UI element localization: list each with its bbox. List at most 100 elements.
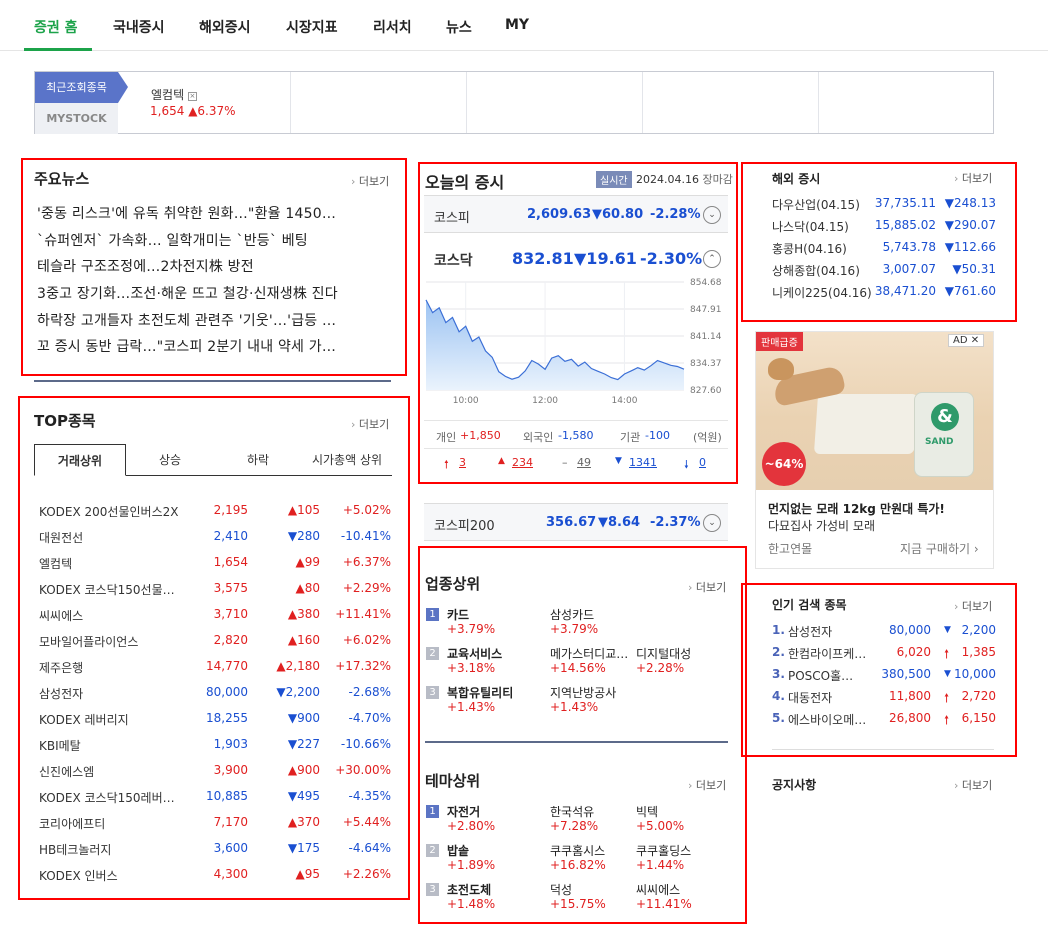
nav-indicators[interactable]: 시장지표 bbox=[286, 17, 338, 37]
table-row[interactable]: 신진에스엠 3,900 ▲900 +30.00% bbox=[39, 763, 391, 789]
ad-title[interactable]: 먼지없는 모래 12kg 만원대 특가! bbox=[768, 500, 945, 517]
nav-research[interactable]: 리서치 bbox=[373, 17, 412, 37]
table-row[interactable]: 씨씨에스 3,710 ▲380 +11.41% bbox=[39, 607, 391, 633]
stock-name[interactable]: 모바일어플라이언스 bbox=[39, 633, 179, 650]
stock-name[interactable]: 신진에스엠 bbox=[39, 763, 179, 780]
table-row[interactable]: KBI메탈 1,903 ▼227 -10.66% bbox=[39, 737, 391, 763]
popular-row[interactable]: 4. 대동전자 11,800 🠕 2,720 bbox=[772, 689, 996, 709]
ad-image[interactable]: & SAND 판매급증 AD ✕ ~64% bbox=[756, 332, 993, 490]
stock-name[interactable]: 씨씨에스 bbox=[39, 607, 179, 624]
overseas-index-name[interactable]: 다우산업(04.15) bbox=[772, 196, 860, 213]
news-item[interactable]: 꼬 증시 동반 급락…"코스피 2분기 내내 약세 가… bbox=[37, 336, 382, 356]
chevron-down-icon[interactable]: ⌄ bbox=[703, 206, 721, 224]
popular-stock-name[interactable]: 삼성전자 bbox=[788, 623, 868, 640]
overseas-row[interactable]: 상해종합(04.16) 3,007.07 ▼50.31 bbox=[772, 262, 996, 282]
table-row[interactable]: KODEX 인버스 4,300 ▲95 +2.26% bbox=[39, 867, 391, 893]
ad-subtitle[interactable]: 다묘집사 가성비 모래 bbox=[768, 517, 875, 534]
close-icon[interactable]: × bbox=[187, 92, 197, 101]
nav-securities-home[interactable]: 증권 홈 bbox=[34, 17, 78, 37]
kosdaq-row[interactable]: 코스닥 832.81 ▼19.61 -2.30% ⌃ bbox=[424, 240, 728, 280]
sector-item-name[interactable]: 메가스터디교… bbox=[550, 645, 628, 662]
lower-limit-count[interactable]: 0 bbox=[699, 456, 706, 469]
notice-more-link[interactable]: 더보기 bbox=[954, 777, 992, 793]
theme-item-name[interactable]: 덕성 bbox=[550, 881, 572, 898]
ad-label[interactable]: AD ✕ bbox=[948, 334, 985, 347]
tab-market-cap[interactable]: 시가총액 상위 bbox=[302, 444, 392, 476]
theme-item-name[interactable]: 자전거 bbox=[447, 803, 480, 820]
news-more-link[interactable]: 더보기 bbox=[351, 173, 389, 189]
nav-my[interactable]: MY bbox=[505, 17, 529, 33]
stock-name[interactable]: KODEX 코스닥150레버… bbox=[39, 789, 179, 806]
popular-stock-name[interactable]: 대동전자 bbox=[788, 689, 868, 706]
tab-falling[interactable]: 하락 bbox=[214, 444, 302, 476]
sector-item-name[interactable]: 디지털대성 bbox=[636, 645, 691, 662]
up-count[interactable]: 234 bbox=[512, 456, 533, 469]
overseas-more-link[interactable]: 더보기 bbox=[954, 170, 992, 186]
popular-row[interactable]: 2. 한컴라이프케… 6,020 🠕 1,385 bbox=[772, 645, 996, 665]
popular-more-link[interactable]: 더보기 bbox=[954, 598, 992, 614]
theme-item-name[interactable]: 빅텍 bbox=[636, 803, 658, 820]
table-row[interactable]: KODEX 200선물인버스2X 2,195 ▲105 +5.02% bbox=[39, 503, 391, 529]
table-row[interactable]: 삼성전자 80,000 ▼2,200 -2.68% bbox=[39, 685, 391, 711]
sector-item-name[interactable]: 복합유틸리티 bbox=[447, 684, 513, 701]
stock-name[interactable]: KODEX 인버스 bbox=[39, 867, 179, 884]
sector-item-name[interactable]: 카드 bbox=[447, 606, 469, 623]
popular-stock-name[interactable]: 에스바이오메… bbox=[788, 711, 868, 728]
ad-brand[interactable]: 한고연몰 bbox=[768, 540, 812, 557]
tab-volume-top[interactable]: 거래상위 bbox=[34, 444, 126, 476]
stock-name[interactable]: KODEX 코스닥150선물… bbox=[39, 581, 179, 598]
stock-name[interactable]: HB테크놀러지 bbox=[39, 841, 179, 858]
sector-item-name[interactable]: 교육서비스 bbox=[447, 645, 502, 662]
table-row[interactable]: 대원전선 2,410 ▼280 -10.41% bbox=[39, 529, 391, 555]
tab-recent-stocks[interactable]: 최근조회종목 bbox=[35, 72, 128, 103]
stock-name[interactable]: KODEX 200선물인버스2X bbox=[39, 503, 179, 520]
popular-row[interactable]: 1. 삼성전자 80,000 ▼ 2,200 bbox=[772, 623, 996, 643]
overseas-row[interactable]: 홍콩H(04.16) 5,743.78 ▼112.66 bbox=[772, 240, 996, 260]
table-row[interactable]: KODEX 코스닥150레버… 10,885 ▼495 -4.35% bbox=[39, 789, 391, 815]
nav-domestic[interactable]: 국내증시 bbox=[113, 17, 165, 37]
news-item[interactable]: 3중고 장기화…조선·해운 뜨고 철강·신재생株 진다 bbox=[37, 283, 382, 303]
table-row[interactable]: 제주은행 14,770 ▲2,180 +17.32% bbox=[39, 659, 391, 685]
overseas-row[interactable]: 니케이225(04.16) 38,471.20 ▼761.60 bbox=[772, 284, 996, 304]
overseas-index-name[interactable]: 상해종합(04.16) bbox=[772, 262, 860, 279]
tab-rising[interactable]: 상승 bbox=[126, 444, 214, 476]
table-row[interactable]: 코리아에프티 7,170 ▲370 +5.44% bbox=[39, 815, 391, 841]
news-item[interactable]: 테슬라 구조조정에…2차전지株 방전 bbox=[37, 256, 382, 276]
sector-more-link[interactable]: 더보기 bbox=[688, 579, 726, 595]
stock-name[interactable]: 제주은행 bbox=[39, 659, 179, 676]
flat-count[interactable]: 49 bbox=[577, 456, 591, 469]
ad-cta[interactable]: 지금 구매하기 › bbox=[900, 540, 979, 557]
overseas-index-name[interactable]: 홍콩H(04.16) bbox=[772, 240, 847, 257]
overseas-row[interactable]: 다우산업(04.15) 37,735.11 ▼248.13 bbox=[772, 196, 996, 216]
chevron-down-icon[interactable]: ⌄ bbox=[703, 514, 721, 532]
theme-item-name[interactable]: 밥솥 bbox=[447, 842, 469, 859]
overseas-index-name[interactable]: 니케이225(04.16) bbox=[772, 284, 872, 301]
kospi-row[interactable]: 코스피 2,609.63 ▼60.80 -2.28% ⌄ bbox=[424, 195, 728, 233]
overseas-index-name[interactable]: 나스닥(04.15) bbox=[772, 218, 849, 235]
sector-item-name[interactable]: 지역난방공사 bbox=[550, 684, 616, 701]
stock-name[interactable]: 대원전선 bbox=[39, 529, 179, 546]
theme-item-name[interactable]: 쿠쿠홀딩스 bbox=[636, 842, 691, 859]
news-item[interactable]: `슈퍼엔저` 가속화… 일학개미는 `반등` 베팅 bbox=[37, 230, 382, 250]
recent-item-name-text[interactable]: 엘컴텍 bbox=[151, 88, 184, 102]
recent-item-name[interactable]: 엘컴텍 × bbox=[151, 86, 197, 103]
ad-card[interactable]: & SAND 판매급증 AD ✕ ~64% 먼지없는 모래 12kg 만원대 특… bbox=[755, 331, 994, 569]
nav-news[interactable]: 뉴스 bbox=[446, 17, 472, 37]
stock-name[interactable]: 삼성전자 bbox=[39, 685, 179, 702]
popular-row[interactable]: 5. 에스바이오메… 26,800 🠕 6,150 bbox=[772, 711, 996, 731]
news-item[interactable]: 하락장 고개들자 초전도체 관련주 '기웃'…'급등 … bbox=[37, 310, 382, 330]
chevron-up-icon[interactable]: ⌃ bbox=[703, 250, 721, 268]
top-more-link[interactable]: 더보기 bbox=[351, 416, 389, 432]
stock-name[interactable]: 코리아에프티 bbox=[39, 815, 179, 832]
kospi200-row[interactable]: 코스피200 356.67 ▼8.64 -2.37% ⌄ bbox=[424, 503, 728, 541]
stock-name[interactable]: KBI메탈 bbox=[39, 737, 179, 754]
theme-item-name[interactable]: 한국석유 bbox=[550, 803, 594, 820]
table-row[interactable]: 모바일어플라이언스 2,820 ▲160 +6.02% bbox=[39, 633, 391, 659]
upper-limit-count[interactable]: 3 bbox=[459, 456, 466, 469]
popular-stock-name[interactable]: POSCO홀… bbox=[788, 667, 868, 684]
nav-overseas[interactable]: 해외증시 bbox=[199, 17, 251, 37]
theme-item-name[interactable]: 씨씨에스 bbox=[636, 881, 680, 898]
overseas-row[interactable]: 나스닥(04.15) 15,885.02 ▼290.07 bbox=[772, 218, 996, 238]
stock-name[interactable]: 엘컴텍 bbox=[39, 555, 179, 572]
stock-name[interactable]: KODEX 레버리지 bbox=[39, 711, 179, 728]
